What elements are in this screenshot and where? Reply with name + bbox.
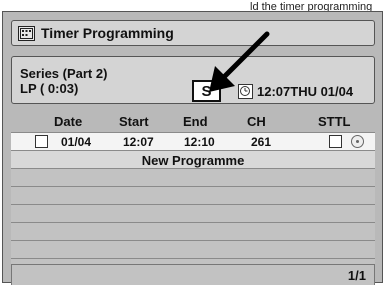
timer-row[interactable]: 01/04 12:07 12:10 261 (11, 132, 375, 150)
col-date: Date (54, 114, 83, 129)
timer-list: 01/04 12:07 12:10 261 New Programme (11, 132, 375, 276)
recording-mode: LP ( 0:03) (20, 81, 79, 96)
title-bar: Timer Programming (11, 20, 375, 46)
col-ch: CH (247, 114, 266, 129)
pointer-arrow-icon (209, 31, 270, 92)
page-title: Timer Programming (41, 25, 174, 41)
programme-name: Series (Part 2) (20, 66, 108, 81)
col-start: Start (119, 114, 149, 129)
col-end: End (183, 114, 208, 129)
empty-row[interactable] (11, 222, 375, 240)
new-programme-label: New Programme (141, 153, 245, 168)
empty-row[interactable] (11, 240, 375, 258)
page-indicator: 1/1 (347, 268, 366, 283)
empty-row[interactable] (11, 168, 375, 186)
timer-icon (18, 25, 35, 41)
column-headers: Date Start End CH STTL (11, 114, 375, 131)
sttl-checkbox[interactable] (329, 135, 342, 148)
footer-bar: 1/1 (11, 264, 375, 285)
disc-icon (351, 135, 364, 148)
row-end: 12:10 (184, 135, 215, 149)
row-ch: 261 (251, 135, 272, 149)
col-sttl: STTL (318, 114, 351, 129)
empty-row[interactable] (11, 186, 375, 204)
empty-row[interactable] (11, 204, 375, 222)
timer-programming-screen: Timer Programming Series (Part 2) LP ( 0… (2, 11, 383, 285)
row-date: 01/04 (61, 135, 92, 149)
new-programme-row[interactable]: New Programme (11, 150, 375, 168)
row-checkbox[interactable] (35, 135, 48, 148)
row-start: 12:07 (123, 135, 154, 149)
programme-info: Series (Part 2) LP ( 0:03) S 12:07THU 01… (11, 56, 375, 104)
